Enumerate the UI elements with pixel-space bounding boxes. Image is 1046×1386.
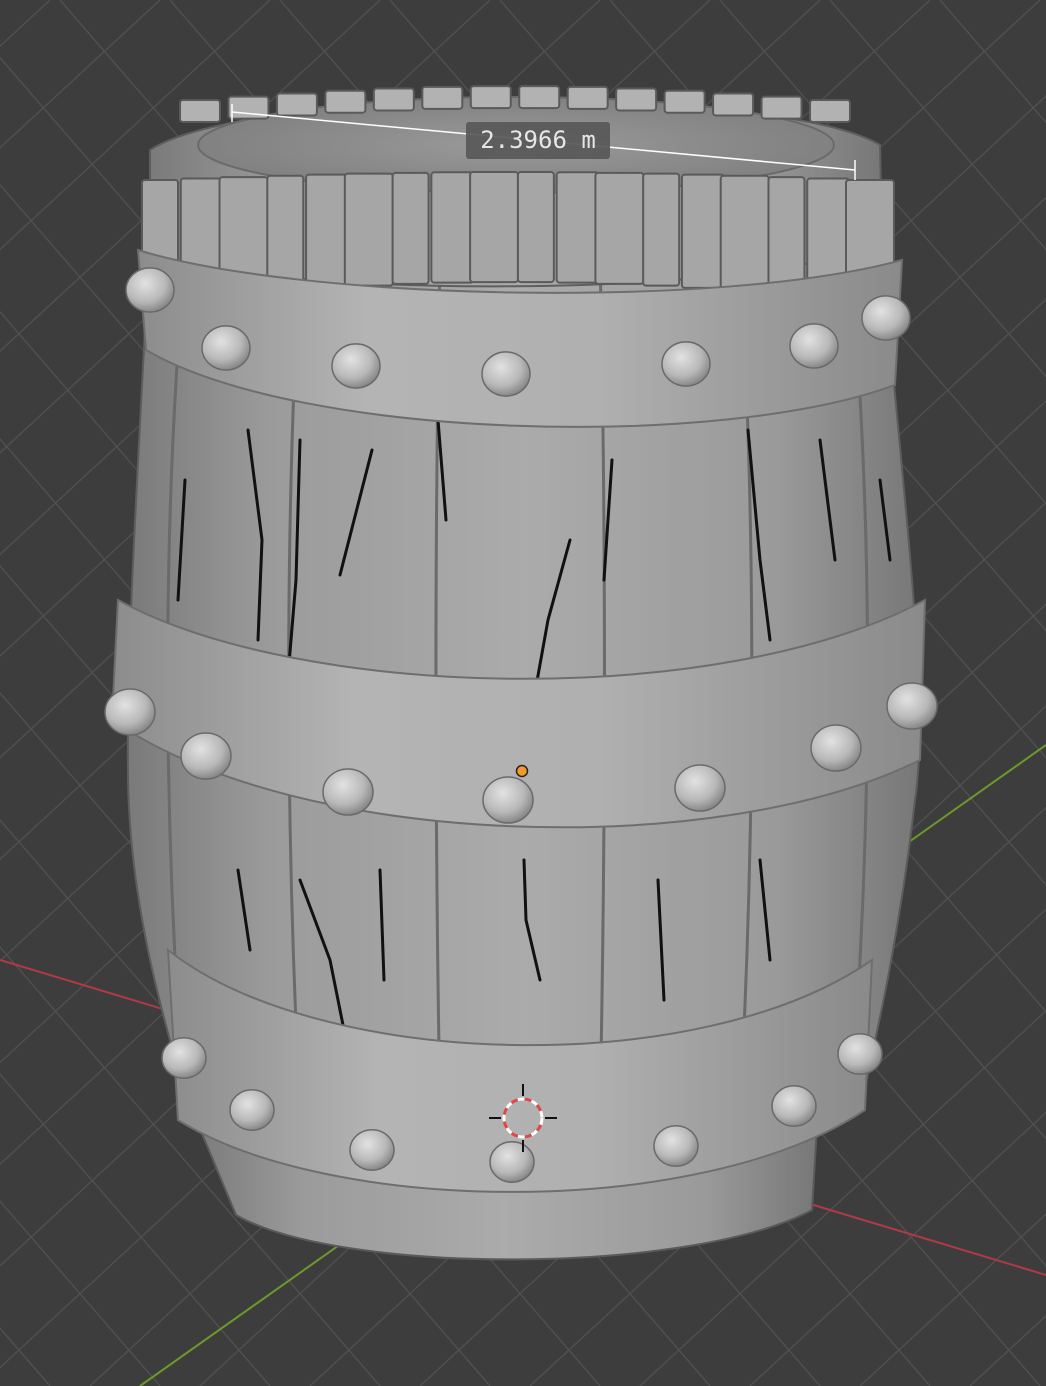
rim-stave — [469, 171, 520, 284]
rim-stave — [767, 176, 806, 295]
rim-stave — [343, 172, 394, 287]
rim-stave — [594, 171, 645, 285]
rivet — [104, 688, 156, 736]
rim-stave-back — [469, 85, 512, 110]
rim-stave-back — [518, 85, 561, 110]
rim-stave-back — [275, 92, 318, 117]
rivet — [861, 295, 911, 341]
rim-stave-back — [421, 85, 464, 110]
rivet — [125, 267, 175, 313]
rivet — [331, 343, 381, 389]
measure-distance-label: 2.3966 m — [466, 122, 610, 159]
rivet — [481, 351, 531, 397]
rim-stave-back — [324, 89, 367, 114]
rim-stave-back — [712, 92, 755, 117]
rivet — [653, 1125, 699, 1167]
rivet — [837, 1033, 883, 1075]
rim-stave-back — [179, 99, 221, 123]
grid-line — [939, 0, 1046, 124]
rivet — [661, 341, 711, 387]
rivet — [489, 1141, 535, 1183]
rivet — [349, 1129, 395, 1171]
grid-line — [0, 1327, 51, 1386]
3d-viewport[interactable]: 2.3966 m — [0, 0, 1046, 1386]
rim-stave-back — [760, 95, 803, 120]
rivet — [771, 1085, 817, 1127]
rim-stave — [642, 172, 681, 287]
rivet — [201, 325, 251, 371]
rivet — [886, 682, 938, 730]
rivet — [674, 764, 726, 812]
viewport-canvas[interactable] — [0, 0, 1046, 1386]
rim-stave-back — [809, 99, 851, 123]
barrel-object[interactable] — [104, 85, 938, 1261]
rivet — [482, 776, 534, 824]
object-origin-dot[interactable] — [515, 764, 529, 778]
rivet — [229, 1089, 275, 1131]
rim-stave — [430, 171, 475, 284]
rim-stave — [719, 174, 770, 292]
rivet — [180, 732, 232, 780]
rim-stave — [680, 173, 725, 289]
rim-stave — [516, 171, 555, 284]
rim-stave-back — [663, 89, 706, 114]
rim-stave-back — [615, 87, 658, 112]
rim-stave-back — [566, 85, 609, 110]
rivet — [161, 1037, 207, 1079]
rim-stave — [266, 174, 305, 292]
rim-stave-back — [372, 87, 415, 112]
rim-stave — [391, 171, 430, 285]
rim-stave — [305, 173, 350, 289]
rim-stave — [555, 171, 600, 284]
grid-line — [0, 0, 51, 48]
rivet — [810, 724, 862, 772]
rivet — [789, 323, 839, 369]
rivet — [322, 768, 374, 816]
